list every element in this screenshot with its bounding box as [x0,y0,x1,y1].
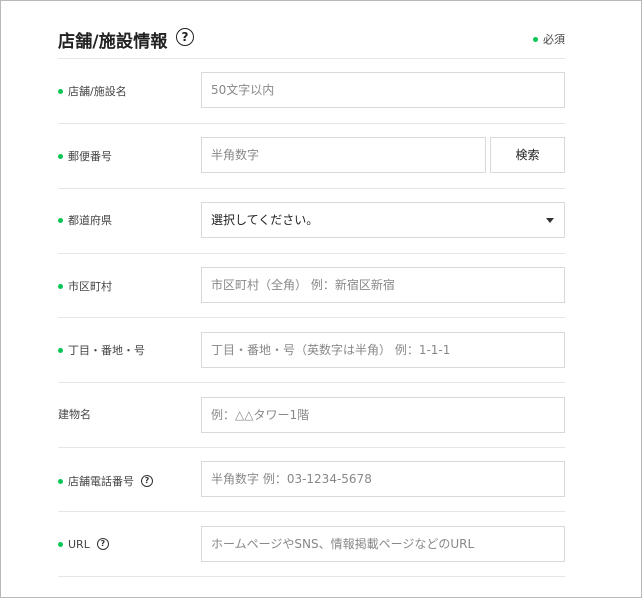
divider [58,317,565,318]
green-dot-icon [58,478,63,484]
green-dot-icon [58,283,63,289]
divider [58,511,565,512]
question-circle-icon[interactable]: ? [96,538,109,550]
prefecture-selected-value: 選択してください。 [211,213,319,227]
address-label: 丁目・番地・号 [58,342,145,358]
store-name-label-text: 店舗/施設名 [68,85,127,98]
green-dot-icon [58,88,63,94]
url-input[interactable]: ホームページやSNS、情報掲載ページなどのURL [201,526,565,562]
divider [58,123,565,124]
question-circle-icon[interactable]: ? [141,475,153,487]
building-label: 建物名 [58,406,91,422]
divider [58,58,565,59]
city-input[interactable]: 市区町村（全角） 例：新宿区新宿 [201,267,565,303]
address-input[interactable]: 丁目・番地・号（英数字は半角） 例：1-1-1 [201,332,565,368]
green-dot-icon [58,153,63,159]
city-label: 市区町村 [58,278,112,294]
url-label-text: URL [68,538,90,551]
divider [58,253,565,254]
url-label: URL? [58,538,109,551]
section-title: 店舗/施設情報 [58,32,168,52]
section-header: 店舗/施設情報 ? 必須 [58,25,565,55]
prefecture-label: 都道府県 [58,212,112,228]
green-dot-icon [58,347,63,353]
postal-search-button[interactable]: 検索 [490,137,565,173]
store-name-input[interactable]: 50文字以内 [201,72,565,108]
required-legend-label: 必須 [543,33,565,46]
green-dot-icon [533,36,538,42]
postal-code-input[interactable]: 半角数字 [201,137,486,173]
building-label-text: 建物名 [58,408,91,421]
required-legend: 必須 [533,31,565,47]
phone-label-text: 店舗電話番号 [68,475,134,488]
phone-label: 店舗電話番号? [58,473,153,489]
divider [58,576,565,577]
divider [58,447,565,448]
divider [58,382,565,383]
postal-code-label: 郵便番号 [58,148,112,164]
prefecture-select[interactable]: 選択してください。 [201,202,565,238]
divider [58,188,565,189]
question-circle-icon[interactable]: ? [176,28,194,46]
prefecture-label-text: 都道府県 [68,214,112,227]
green-dot-icon [58,541,63,547]
phone-input[interactable]: 半角数字 例：03-1234-5678 [201,461,565,497]
postal-code-label-text: 郵便番号 [68,150,112,163]
building-input[interactable]: 例：△△タワー1階 [201,397,565,433]
city-label-text: 市区町村 [68,280,112,293]
store-name-label: 店舗/施設名 [58,83,127,99]
store-info-form: 店舗/施設情報 ? 必須 店舗/施設名 50文字以内 郵便番号 半角数字 検索 … [0,0,642,598]
green-dot-icon [58,217,63,223]
caret-down-icon [546,218,554,223]
address-label-text: 丁目・番地・号 [68,344,145,357]
